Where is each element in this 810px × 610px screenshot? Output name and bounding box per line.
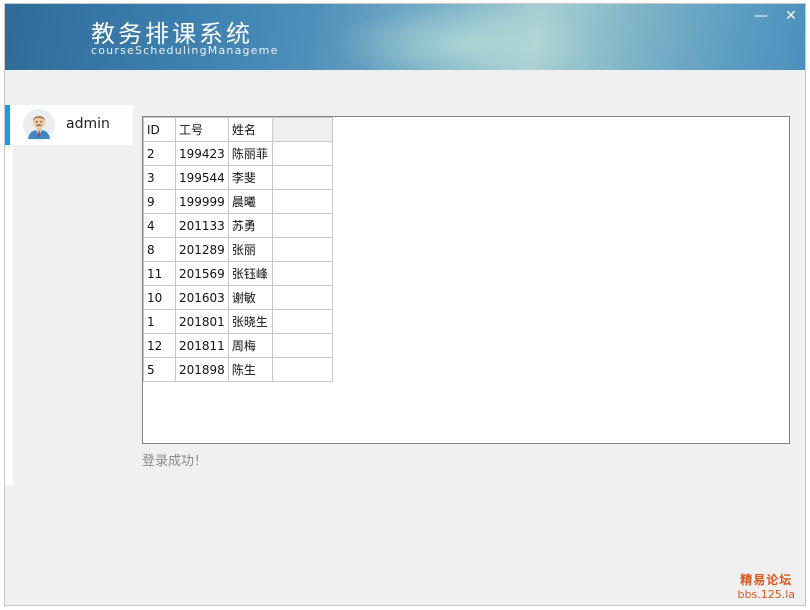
cell-number[interactable]: 201569 — [175, 261, 229, 286]
table-row[interactable]: 9 199999 晨曦 — [143, 189, 333, 214]
window-controls: — ✕ — [753, 8, 799, 24]
close-button[interactable]: ✕ — [783, 8, 799, 24]
cell-number[interactable]: 199999 — [175, 189, 229, 214]
watermark-url: bbs.125.la — [737, 588, 795, 601]
table-row[interactable]: 5 201898 陈生 — [143, 357, 333, 382]
teacher-table[interactable]: ID 工号 姓名 2 199423 陈丽菲 3 199544 李斐 9 199999 晨曦 … — [142, 116, 790, 444]
cell-filler — [271, 285, 333, 310]
table-row[interactable]: 3 199544 李斐 — [143, 165, 333, 190]
cell-id[interactable]: 4 — [143, 213, 176, 238]
cell-id[interactable]: 9 — [143, 189, 176, 214]
cell-name[interactable]: 张钰峰 — [227, 261, 273, 286]
cell-number[interactable]: 201289 — [175, 237, 229, 262]
forum-watermark: 精易论坛 bbs.125.la — [738, 571, 795, 601]
cell-filler — [271, 189, 333, 214]
cell-name[interactable]: 张晓生 — [227, 309, 273, 334]
cell-filler — [271, 237, 333, 262]
avatar-icon — [23, 109, 55, 141]
cell-filler — [271, 261, 333, 286]
cell-name[interactable]: 陈丽菲 — [227, 141, 273, 166]
cell-number[interactable]: 199423 — [175, 141, 229, 166]
watermark-title: 精易论坛 — [740, 573, 793, 587]
table-row[interactable]: 8 201289 张丽 — [143, 237, 333, 262]
cell-name[interactable]: 周梅 — [227, 333, 273, 358]
user-name: admin — [66, 116, 110, 132]
column-header-number[interactable]: 工号 — [175, 117, 229, 142]
table-row[interactable]: 1 201801 张晓生 — [143, 309, 333, 334]
cell-filler — [271, 309, 333, 334]
minimize-button[interactable]: — — [753, 8, 769, 24]
cell-number[interactable]: 201801 — [175, 309, 229, 334]
header-glow — [335, 4, 595, 70]
table-header-row: ID 工号 姓名 — [143, 117, 333, 142]
app-subtitle: courseSchedulingManageme — [91, 44, 279, 57]
cell-name[interactable]: 陈生 — [227, 357, 273, 382]
cell-id[interactable]: 2 — [143, 141, 176, 166]
cell-number[interactable]: 201898 — [175, 357, 229, 382]
cell-id[interactable]: 12 — [143, 333, 176, 358]
header-banner: 教务排课系统 courseSchedulingManageme — ✕ — [5, 4, 805, 70]
cell-filler — [271, 165, 333, 190]
cell-id[interactable]: 10 — [143, 285, 176, 310]
teacher-grid: ID 工号 姓名 2 199423 陈丽菲 3 199544 李斐 9 199999 晨曦 … — [143, 117, 333, 382]
cell-id[interactable]: 1 — [143, 309, 176, 334]
main-window: 教务排课系统 courseSchedulingManageme — ✕ admi… — [4, 3, 806, 606]
column-header-name[interactable]: 姓名 — [227, 117, 273, 142]
cell-id[interactable]: 3 — [143, 165, 176, 190]
cell-id[interactable]: 8 — [143, 237, 176, 262]
cell-id[interactable]: 5 — [143, 357, 176, 382]
cell-name[interactable]: 李斐 — [227, 165, 273, 190]
cell-number[interactable]: 201603 — [175, 285, 229, 310]
cell-filler — [271, 357, 333, 382]
cell-name[interactable]: 晨曦 — [227, 189, 273, 214]
table-row[interactable]: 10 201603 谢敏 — [143, 285, 333, 310]
user-card[interactable]: admin — [5, 105, 133, 145]
column-header-id[interactable]: ID — [143, 117, 176, 142]
table-row[interactable]: 4 201133 苏勇 — [143, 213, 333, 238]
cell-number[interactable]: 201811 — [175, 333, 229, 358]
cell-name[interactable]: 张丽 — [227, 237, 273, 262]
cell-number[interactable]: 201133 — [175, 213, 229, 238]
cell-id[interactable]: 11 — [143, 261, 176, 286]
cell-name[interactable]: 谢敏 — [227, 285, 273, 310]
column-header-filler — [271, 117, 333, 142]
cell-filler — [271, 333, 333, 358]
table-row[interactable]: 12 201811 周梅 — [143, 333, 333, 358]
cell-number[interactable]: 199544 — [175, 165, 229, 190]
status-message: 登录成功！ — [142, 454, 208, 469]
user-card-accent — [5, 105, 10, 145]
cell-name[interactable]: 苏勇 — [227, 213, 273, 238]
table-row[interactable]: 11 201569 张钰峰 — [143, 261, 333, 286]
table-row[interactable]: 2 199423 陈丽菲 — [143, 141, 333, 166]
cell-filler — [271, 213, 333, 238]
sidebar-strip — [5, 145, 13, 485]
cell-filler — [271, 141, 333, 166]
